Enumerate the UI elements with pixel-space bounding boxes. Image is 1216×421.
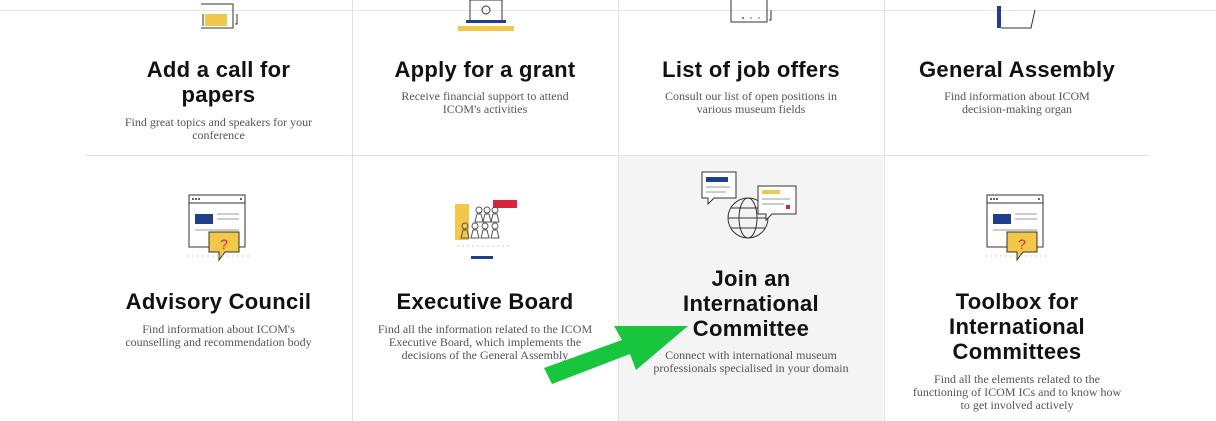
card-add-call-for-papers[interactable]: Add a call for papers Find great topics … [86,0,351,156]
card-title: Add a call for papers [146,57,291,107]
browser-question-icon: ? [985,194,1047,262]
svg-text:?: ? [1018,236,1026,252]
card-description: Consult our list of open positions in va… [664,89,837,116]
card-advisory-council[interactable]: ? Advisory Council Find information abou… [86,156,351,421]
globe-chat-icon [701,171,797,239]
group-people-icon [455,200,517,259]
card-description: Find great topics and speakers for your … [124,115,313,142]
card-toolbox-international-committees[interactable]: ? Toolbox for International Committees F… [884,156,1149,421]
document-icon [200,3,237,29]
book-icon [997,6,1036,29]
card-title: General Assembly [919,57,1115,82]
card-apply-for-grant[interactable]: Apply for a grant Receive financial supp… [352,0,617,156]
card-description: Find all the elements related to the fun… [912,372,1122,412]
card-title: Apply for a grant [394,57,576,82]
card-title: Executive Board [396,289,574,314]
card-title: Toolbox for International Committees [949,289,1085,364]
calendar-icon [730,0,772,23]
card-description: Find information about ICOM decision-mak… [944,89,1090,116]
svg-text:?: ? [220,236,228,252]
green-arrow-icon [544,326,688,384]
card-title: List of job offers [662,57,840,82]
card-title: Advisory Council [125,289,312,314]
card-list-job-offers[interactable]: List of job offers Consult our list of o… [618,0,883,156]
card-general-assembly[interactable]: General Assembly Find information about … [884,0,1149,156]
laptop-icon [458,0,514,31]
card-description: Receive financial support to attend ICOM… [401,89,569,116]
card-description: Find information about ICOM's counsellin… [125,322,312,349]
browser-question-icon: ? [186,194,249,262]
